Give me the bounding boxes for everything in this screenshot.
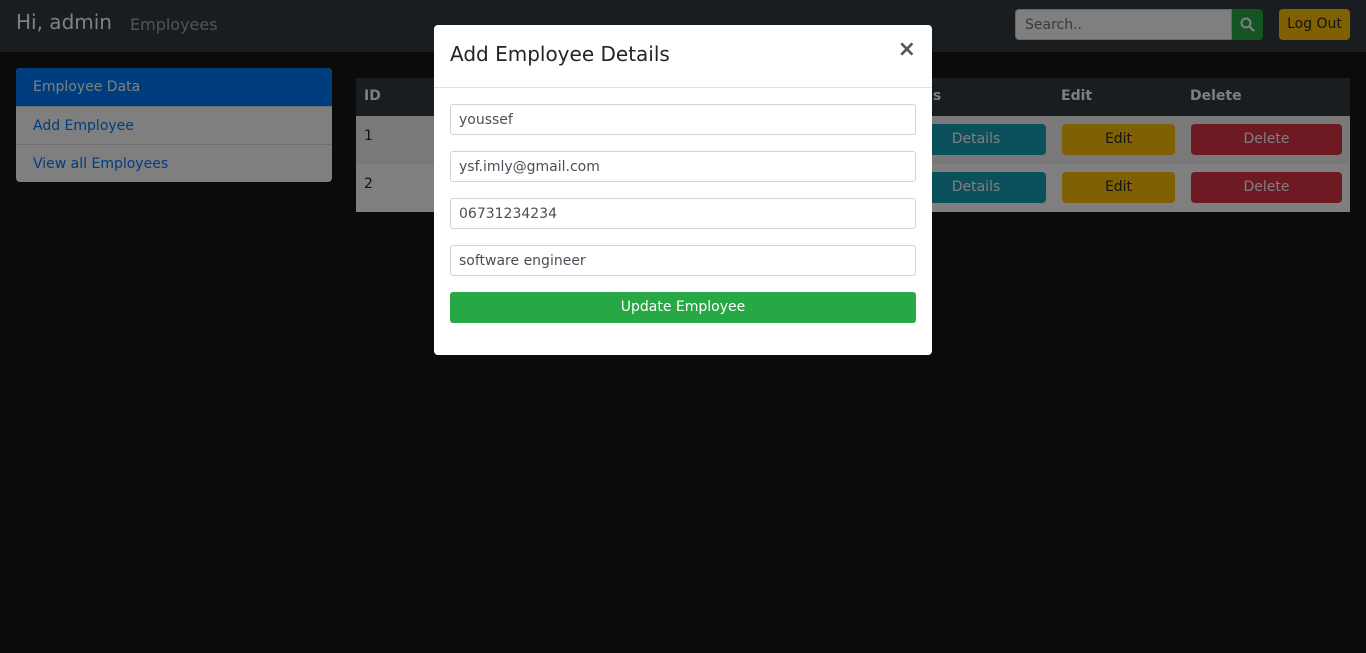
email-field[interactable] (450, 151, 916, 182)
modal-header: Add Employee Details × (434, 25, 932, 88)
modal-title: Add Employee Details (450, 42, 670, 66)
job-field[interactable] (450, 245, 916, 276)
name-field[interactable] (450, 104, 916, 135)
update-employee-button[interactable]: Update Employee (450, 292, 916, 323)
add-employee-modal: Add Employee Details × Update Employee (434, 25, 932, 355)
phone-field[interactable] (450, 198, 916, 229)
close-icon[interactable]: × (898, 39, 916, 61)
